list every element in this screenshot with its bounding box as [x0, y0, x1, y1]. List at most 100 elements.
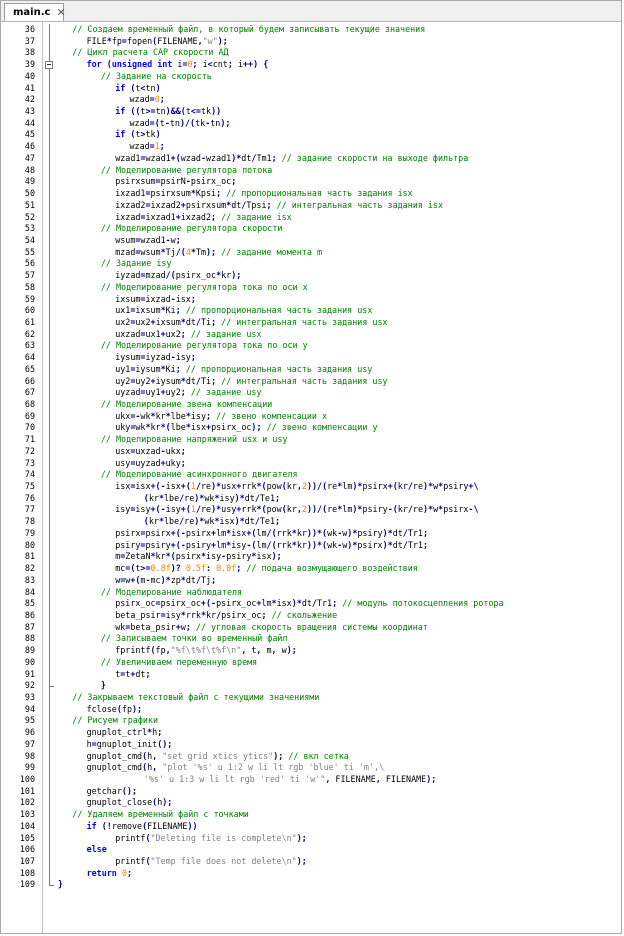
code-line[interactable]: 73 usy=uyzad+uky; [1, 457, 621, 470]
code-line[interactable]: 58 // Моделирование регулятора тока по ос… [1, 281, 621, 294]
code-line[interactable]: 49 psirxsum=psirN-psirx_oc; [1, 176, 621, 189]
code-area[interactable]: 36 // Создаем временный файл, в который б… [1, 24, 621, 891]
code-line[interactable]: 106 else [1, 844, 621, 857]
fold-guide [44, 598, 55, 610]
code-line[interactable]: 67 uyzad=uy1+uy2; // задание usy [1, 387, 621, 399]
code-line[interactable]: 57 iyzad=mzad/(psirx_oc*kr); [1, 270, 621, 282]
code-line[interactable]: 45 if (t>tk) [1, 129, 621, 142]
code-line[interactable]: 39 for (unsigned int i=0; i<cnt; i++) { [1, 59, 621, 71]
code-line[interactable]: 101 getchar(); [1, 785, 621, 798]
fold-collapse-icon[interactable] [44, 59, 55, 71]
code-line[interactable]: 46 wzad=1; [1, 141, 621, 153]
code-token: ); [220, 117, 231, 128]
code-line[interactable]: 82 mc=(t>=0.8f)? 0.5f: 0.0f; // подача во… [1, 563, 621, 575]
code-line[interactable]: 91 t=t+dt; [1, 668, 621, 681]
code-line[interactable]: 81 m=ZetaN*kr*(psirx*isy-psiry*isx); [1, 551, 621, 564]
code-line[interactable]: 99 gnuplot_cmd(h, "plot '%s' u 1:2 w li l… [1, 762, 621, 774]
code-token: wzad [129, 117, 150, 128]
code-line[interactable]: 97 h=gnuplot_init(); [1, 738, 621, 751]
code-text: psirxsum=psirN-psirx_oc; [58, 176, 621, 188]
code-token: ; [145, 668, 151, 679]
code-line[interactable]: 38 // Цикл расчета САР скорости АД [1, 47, 621, 60]
code-line[interactable]: 92} [1, 680, 621, 692]
code-line[interactable]: 84 // Моделирование наблюдателя [1, 586, 621, 599]
code-line[interactable]: 61 ux2=ux2+ixsum*dt/Ti; // интегральная ч… [1, 316, 621, 329]
code-line[interactable]: 70 uky=wk*kr*(lbe*isx+psirx_oc); // звено… [1, 422, 621, 435]
fold-guide [44, 750, 55, 763]
code-line[interactable]: 87 wk=beta_psir+w; // угловая скорость вр… [1, 621, 621, 634]
line-number: 67 [24, 387, 35, 398]
code-line[interactable]: 74 // Моделирование асинхронного двигател… [1, 469, 621, 482]
code-line[interactable]: 77 isy=isy+(-isy+(1/re)*usy+rrk*(pow(kr,2… [1, 504, 621, 517]
code-line[interactable]: 44 wzad=(t-tn)/(tk-tn); [1, 117, 621, 130]
code-line[interactable]: 83 w=w+(m-mc)*zp*dt/Tj; [1, 574, 621, 587]
code-token: ; [422, 539, 429, 550]
code-line[interactable]: 69 ukx=-wk*kr*lbe*isy; // звено компенсац… [1, 410, 621, 423]
code-line[interactable]: 104 if (!remove(FILENAME)) [1, 820, 621, 833]
code-line[interactable]: 75 isx=isx+(-isx+(1/re)*usx+rrk*(pow(kr,2… [1, 481, 621, 493]
code-line[interactable]: 51 ixzad2=ixzad2+psirxsum*dt/Tpsi; // инт… [1, 199, 621, 212]
code-line[interactable]: 65 uy1=iysum*Ki; // пропорциональная част… [1, 363, 621, 376]
code-line[interactable]: 42 wzad=0; [1, 94, 621, 107]
code-line[interactable]: 60 ux1=ixsum*Ki; // пропорциональная част… [1, 305, 621, 317]
code-line[interactable]: 93 // Закрываем текстовый файл с текущими… [1, 691, 621, 704]
code-line[interactable]: 108 return 0; [1, 867, 621, 880]
code-line[interactable]: 89 fprintf(fp,"%f\t%f\t%f\n", t, m, w); [1, 645, 621, 657]
tab-label: main.c [13, 7, 51, 18]
code-line[interactable]: 52 ixzad=ixzad1+ixzad2; // задание isx [1, 211, 621, 224]
code-line[interactable]: 86 beta_psir=isy*rrk*kr/psirx_oc; // скол… [1, 609, 621, 622]
code-line[interactable]: 100 '%s' u 1:3 w li lt rgb 'red' ti 'w'",… [1, 774, 621, 786]
code-line[interactable]: 41 if (t<tn) [1, 82, 621, 95]
code-line[interactable]: 54 wsum=wzad1-w; [1, 234, 621, 247]
code-line[interactable]: 48 // Моделирование регулятора потока [1, 164, 621, 177]
code-line[interactable]: 85 psirx_oc=psirx_oc+(-psirx_oc+lm*isx)*d… [1, 598, 621, 610]
code-line[interactable]: 72 usx=uxzad-ukx; [1, 445, 621, 458]
code-line[interactable]: 98 gnuplot_cmd(h, "set grid xtics ytics")… [1, 750, 621, 763]
code-line[interactable]: 107 printf("Temp file does not delete\n")… [1, 856, 621, 868]
code-line[interactable]: 103 // Удаляем временный файл с точками [1, 809, 621, 821]
code-line[interactable]: 64 iysum=iyzad-isy; [1, 352, 621, 364]
code-line[interactable]: 71 // Моделирование напряжений usx и usy [1, 434, 621, 446]
code-token: // Создаем временный файл, в который буд… [72, 24, 426, 34]
code-line[interactable]: 96 gnuplot_ctrl*h; [1, 727, 621, 739]
code-line[interactable]: 63 // Моделирование регулятора тока по ос… [1, 340, 621, 353]
code-token: wzad [129, 94, 150, 105]
code-line[interactable]: 36 // Создаем временный файл, в который б… [1, 24, 621, 36]
code-line[interactable]: 88 // Записываем точки во временный файл [1, 633, 621, 646]
code-line[interactable]: 62 uxzad=ux1+ux2; // задание usx [1, 328, 621, 341]
code-line[interactable]: 47 wzad1=wzad1+(wzad-wzad1)*dt/Tm1; // за… [1, 152, 621, 165]
code-line[interactable]: 105 printf("Deleting file is complete\n")… [1, 832, 621, 845]
code-line[interactable]: 109} [1, 879, 621, 891]
code-token: // задание скорости на выходе фильтра [281, 152, 469, 163]
code-line[interactable]: 59 ixsum=ixzad-isx; [1, 293, 621, 306]
code-line[interactable]: 43 if ((t>=tn)&&(t<=tk)) [1, 106, 621, 118]
code-line[interactable]: 50 ixzad1=psirxsum*Kpsi; // пропорциональ… [1, 188, 621, 200]
code-line[interactable]: 56 // Задание isy [1, 258, 621, 271]
code-line[interactable]: 94 fclose(fp); [1, 703, 621, 716]
code-text: t=t+dt; [58, 669, 621, 681]
code-token: Tr1 [316, 598, 333, 609]
code-line[interactable]: 66 uy2=uy2+iysum*dt/Ti; // интегральная ч… [1, 375, 621, 388]
code-token: +( [180, 481, 191, 492]
code-line[interactable]: 78 (kr*lbe/re)*wk*isx)*dt/Te1; [1, 516, 621, 528]
code-line[interactable]: 53 // Моделирование регулятора скорости [1, 223, 621, 235]
code-line[interactable]: 37 FILE*fp=fopen(FILENAME,"w"); [1, 35, 621, 48]
code-editor[interactable]: 36 // Создаем временный файл, в который б… [1, 22, 621, 933]
code-line[interactable]: 102 gnuplot_close(h); [1, 797, 621, 810]
code-token: // интегральная часть задания usy [221, 375, 388, 386]
code-token: wzad1 [140, 234, 166, 245]
code-line[interactable]: 95 // Рисуем графики [1, 715, 621, 728]
code-line[interactable]: 68 // Моделирование звена компенсации [1, 399, 621, 411]
close-icon[interactable]: ✕ [56, 7, 65, 18]
code-token: iyzad [145, 352, 171, 363]
code-token: ; [422, 527, 429, 538]
code-line[interactable]: 40 // Задание на скорость [1, 70, 621, 83]
code-line[interactable]: 90 // Увеличиваем переменную время [1, 656, 621, 669]
code-token: "set grid xtics ytics" [162, 750, 274, 761]
code-line[interactable]: 55 mzad=wsum*Tj/(4*Tm); // задание момент… [1, 246, 621, 259]
line-number: 105 [19, 832, 35, 843]
code-line[interactable]: 79 psirx=psirx+(-psirx+lm*isx+(lm/(rrk*kr… [1, 527, 621, 540]
tab-main-c[interactable]: main.c ✕ [4, 3, 66, 21]
code-line[interactable]: 80 psiry=psiry+(-psiry+lm*isy-(lm/(rrk*kr… [1, 539, 621, 552]
code-line[interactable]: 76 (kr*lbe/re)*wk*isy)*dt/Te1; [1, 492, 621, 505]
